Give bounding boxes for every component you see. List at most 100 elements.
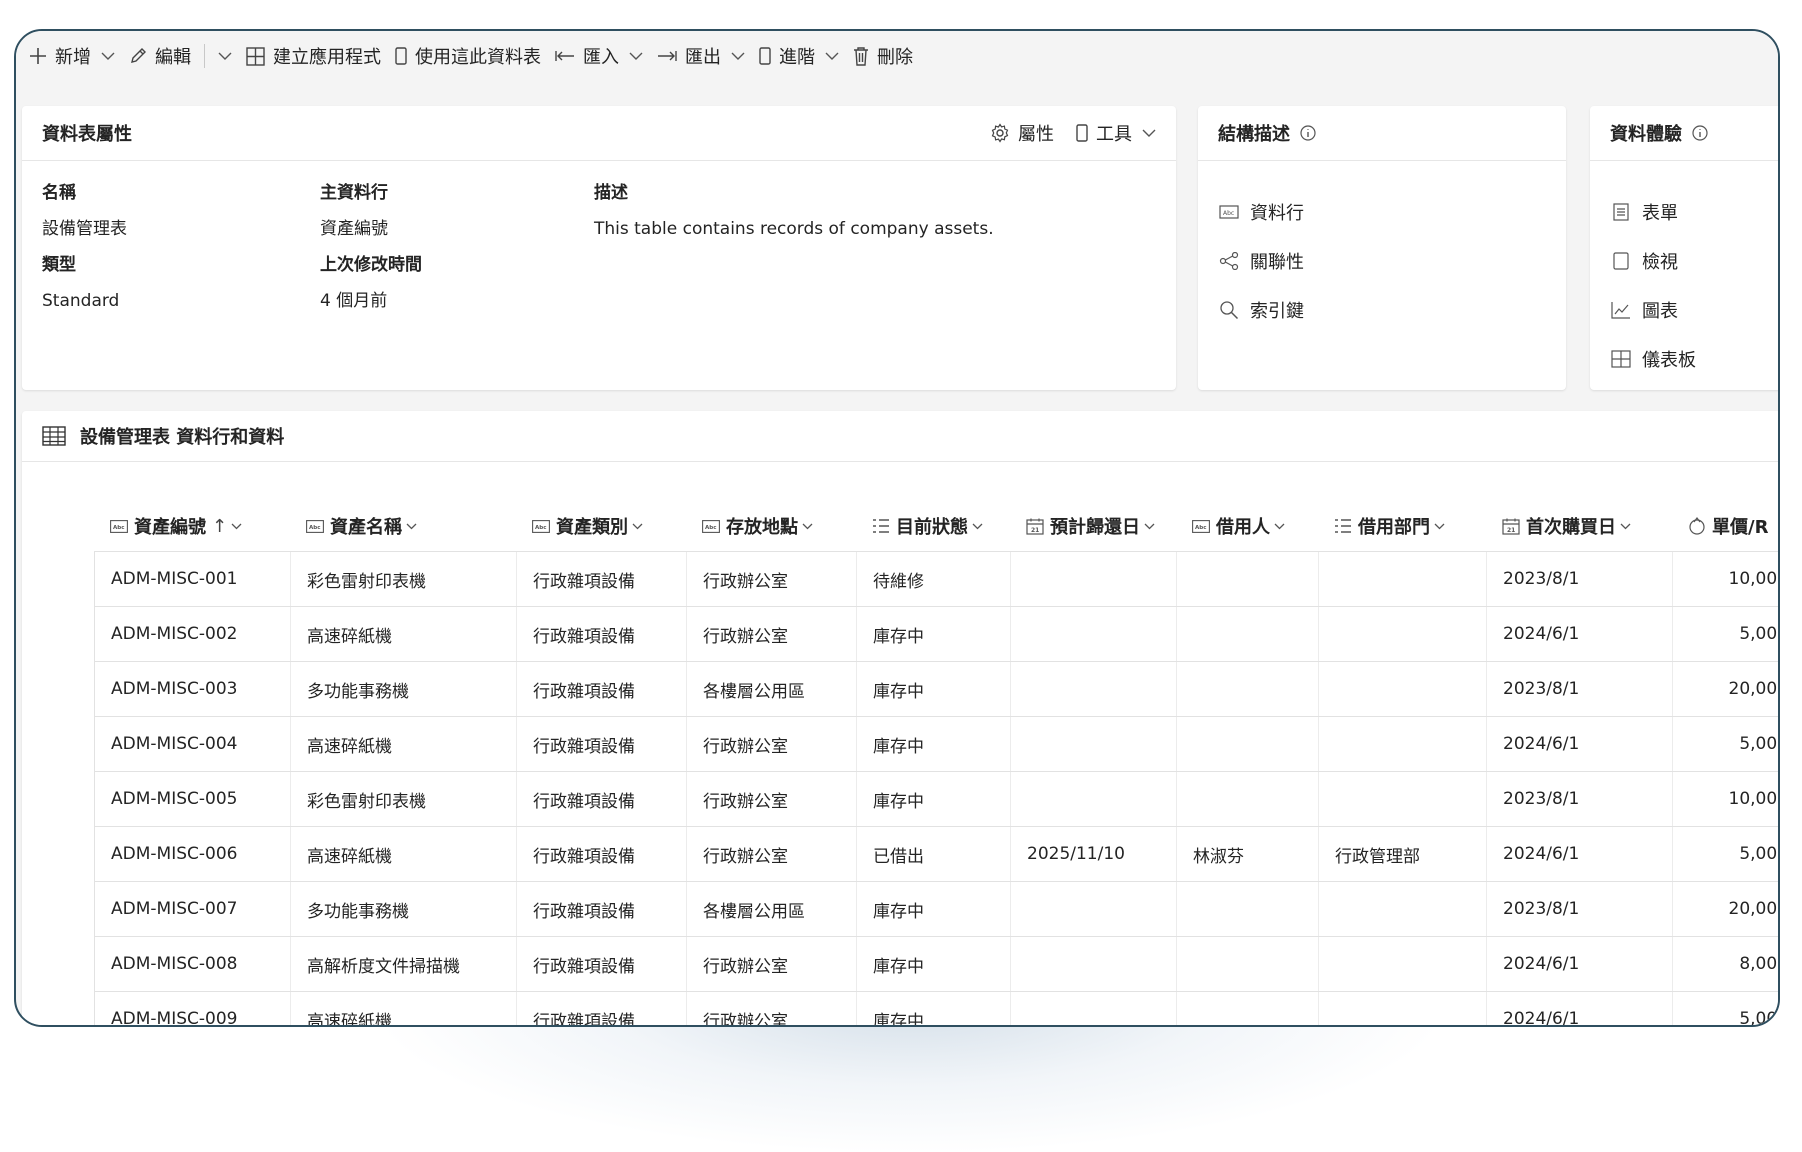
table-cell[interactable]: 待維修 [857, 552, 1011, 606]
table-row[interactable]: ADM-MISC-008 高解析度文件掃描機 行政雜項設備 行政辦公室 庫存中 2024/… [95, 936, 1778, 991]
table-cell[interactable]: 高速碎紙機 [291, 717, 517, 771]
table-cell[interactable]: 庫存中 [857, 937, 1011, 991]
table-cell[interactable]: ADM-MISC-003 [95, 662, 291, 716]
table-cell[interactable] [1177, 717, 1319, 771]
table-cell[interactable] [1011, 992, 1177, 1025]
column-header[interactable]: Abc 借用人 [1176, 513, 1318, 539]
table-cell[interactable]: 多功能事務機 [291, 882, 517, 936]
table-cell[interactable]: 庫存中 [857, 772, 1011, 826]
table-cell[interactable]: 5,000 [1673, 992, 1778, 1025]
use-table-button[interactable]: 使用這此資料表 [388, 36, 548, 76]
table-cell[interactable] [1319, 772, 1487, 826]
table-cell[interactable]: 2023/8/1 [1487, 552, 1673, 606]
table-cell[interactable]: 各樓層公用區 [687, 882, 857, 936]
schema-keys-link[interactable]: 索引鍵 [1218, 285, 1546, 334]
table-cell[interactable]: ADM-MISC-005 [95, 772, 291, 826]
table-cell[interactable]: 行政雜項設備 [517, 992, 687, 1025]
table-cell[interactable]: 行政辦公室 [687, 827, 857, 881]
table-cell[interactable]: 2024/6/1 [1487, 992, 1673, 1025]
table-cell[interactable]: 行政雜項設備 [517, 827, 687, 881]
column-header[interactable]: Abc 存放地點 [686, 513, 856, 539]
table-cell[interactable]: 2025/11/10 [1011, 827, 1177, 881]
table-cell[interactable]: 林淑芬 [1177, 827, 1319, 881]
table-cell[interactable]: 高解析度文件掃描機 [291, 937, 517, 991]
table-cell[interactable]: 行政雜項設備 [517, 772, 687, 826]
table-cell[interactable] [1319, 662, 1487, 716]
table-cell[interactable] [1011, 882, 1177, 936]
table-cell[interactable]: 行政辦公室 [687, 772, 857, 826]
table-cell[interactable]: ADM-MISC-006 [95, 827, 291, 881]
table-cell[interactable]: 高速碎紙機 [291, 827, 517, 881]
table-cell[interactable]: ADM-MISC-004 [95, 717, 291, 771]
column-header[interactable]: 21 首次購買日 [1486, 513, 1672, 539]
table-cell[interactable] [1177, 882, 1319, 936]
column-header[interactable]: Abc 資產編號 ↑ [94, 513, 290, 539]
table-cell[interactable]: 20,000 [1673, 882, 1778, 936]
edit-button[interactable]: 編輯 [122, 36, 198, 76]
table-cell[interactable]: 2024/6/1 [1487, 827, 1673, 881]
table-row[interactable]: ADM-MISC-007 多功能事務機 行政雜項設備 各樓層公用區 庫存中 2023/8/… [95, 881, 1778, 936]
info-icon[interactable] [1300, 125, 1316, 141]
table-cell[interactable]: 5,000 [1673, 717, 1778, 771]
table-cell[interactable]: 行政辦公室 [687, 937, 857, 991]
table-cell[interactable] [1011, 552, 1177, 606]
edit-dropdown-button[interactable] [211, 36, 239, 76]
table-cell[interactable]: 行政雜項設備 [517, 552, 687, 606]
table-cell[interactable]: 庫存中 [857, 607, 1011, 661]
export-button[interactable]: 匯出 [650, 36, 752, 76]
table-cell[interactable]: 行政辦公室 [687, 717, 857, 771]
table-cell[interactable] [1177, 992, 1319, 1025]
table-cell[interactable]: ADM-MISC-009 [95, 992, 291, 1025]
table-cell[interactable] [1319, 882, 1487, 936]
table-cell[interactable]: 20,000 [1673, 662, 1778, 716]
table-cell[interactable]: ADM-MISC-007 [95, 882, 291, 936]
column-header[interactable]: 單價/R [1672, 513, 1778, 539]
table-cell[interactable]: 彩色雷射印表機 [291, 552, 517, 606]
table-cell[interactable]: 10,000 [1673, 772, 1778, 826]
table-cell[interactable] [1177, 772, 1319, 826]
import-button[interactable]: 匯入 [548, 36, 650, 76]
table-row[interactable]: ADM-MISC-005 彩色雷射印表機 行政雜項設備 行政辦公室 庫存中 2023/8/… [95, 771, 1778, 826]
table-cell[interactable]: 10,000 [1673, 552, 1778, 606]
schema-columns-link[interactable]: Abc 資料行 [1218, 187, 1546, 236]
table-cell[interactable] [1011, 717, 1177, 771]
table-cell[interactable]: 庫存中 [857, 882, 1011, 936]
table-cell[interactable]: 2023/8/1 [1487, 882, 1673, 936]
table-cell[interactable] [1011, 662, 1177, 716]
table-cell[interactable] [1319, 992, 1487, 1025]
table-cell[interactable] [1177, 552, 1319, 606]
table-cell[interactable]: 2024/6/1 [1487, 607, 1673, 661]
table-cell[interactable] [1319, 937, 1487, 991]
table-cell[interactable]: 庫存中 [857, 717, 1011, 771]
table-cell[interactable] [1319, 717, 1487, 771]
table-cell[interactable]: 2023/8/1 [1487, 772, 1673, 826]
table-cell[interactable] [1011, 937, 1177, 991]
table-row[interactable]: ADM-MISC-006 高速碎紙機 行政雜項設備 行政辦公室 已借出 2025/11/1… [95, 826, 1778, 881]
table-cell[interactable]: 彩色雷射印表機 [291, 772, 517, 826]
table-cell[interactable] [1177, 607, 1319, 661]
table-cell[interactable]: 行政辦公室 [687, 607, 857, 661]
table-cell[interactable]: 行政雜項設備 [517, 607, 687, 661]
table-row[interactable]: ADM-MISC-009 高速碎紙機 行政雜項設備 行政辦公室 庫存中 2024/6/1 5… [95, 991, 1778, 1025]
table-cell[interactable] [1319, 607, 1487, 661]
table-cell[interactable]: ADM-MISC-001 [95, 552, 291, 606]
column-header[interactable]: Abc 資產類別 [516, 513, 686, 539]
table-cell[interactable] [1177, 662, 1319, 716]
create-app-button[interactable]: 建立應用程式 [239, 36, 388, 76]
table-cell[interactable] [1011, 772, 1177, 826]
table-cell[interactable] [1177, 937, 1319, 991]
schema-relationships-link[interactable]: 關聯性 [1218, 236, 1546, 285]
table-cell[interactable]: 行政辦公室 [687, 992, 857, 1025]
table-cell[interactable]: 行政雜項設備 [517, 662, 687, 716]
table-cell[interactable] [1011, 607, 1177, 661]
table-cell[interactable]: 5,000 [1673, 827, 1778, 881]
table-cell[interactable]: 各樓層公用區 [687, 662, 857, 716]
tools-button[interactable]: 工具 [1076, 120, 1156, 146]
table-cell[interactable]: 行政辦公室 [687, 552, 857, 606]
column-header[interactable]: 目前狀態 [856, 513, 1010, 539]
table-cell[interactable]: 8,000 [1673, 937, 1778, 991]
table-cell[interactable]: 庫存中 [857, 992, 1011, 1025]
experience-views-link[interactable]: 檢視 [1610, 236, 1770, 285]
table-row[interactable]: ADM-MISC-004 高速碎紙機 行政雜項設備 行政辦公室 庫存中 2024/6/1 5… [95, 716, 1778, 771]
info-icon[interactable] [1692, 125, 1708, 141]
